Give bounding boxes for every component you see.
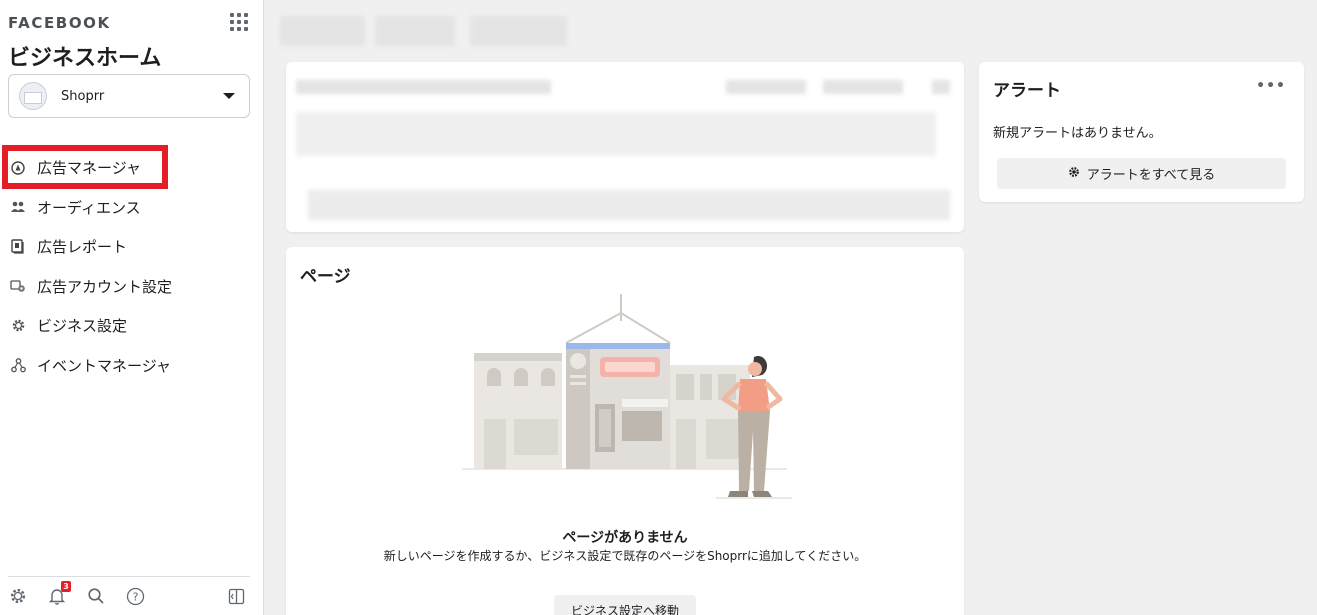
more-options-icon[interactable]: ••• [1256,78,1286,94]
sidebar-item-ads-manager[interactable]: 広告マネージャ [0,148,264,188]
sidebar-item-label: オーディエンス [37,198,141,217]
search-icon[interactable] [86,586,106,606]
sidebar-item-ad-reports[interactable]: 広告レポート [0,227,264,267]
account-name: Shoprr [61,88,105,104]
blurred-content [296,80,551,94]
audience-icon [10,199,26,215]
gear-icon [1068,166,1080,181]
sidebar: FACEBOOK ビジネスホーム Shoprr 広告マネージャ オーディエンス [0,0,264,615]
overview-card [286,62,964,232]
pages-title: ページ [300,267,351,287]
sidebar-item-ad-account-settings[interactable]: 広告アカウント設定 [0,267,264,307]
alerts-card: アラート ••• 新規アラートはありません。 アラートをすべて見る [979,62,1304,202]
empty-pages-description: 新しいページを作成するか、ビジネス設定で既存のページをShoprrに追加してくだ… [383,549,867,563]
ad-account-settings-icon [10,278,26,294]
blurred-content [823,80,903,94]
sidebar-item-business-settings[interactable]: ビジネス設定 [0,306,264,346]
pages-card: ページ ページがありません 新しいページを作成するか、ビジネス設定で既存のページ… [286,247,964,615]
see-all-alerts-label: アラートをすべて見る [1086,168,1216,183]
sidebar-item-events-manager[interactable]: イベントマネージャ [0,346,264,386]
no-alerts-text: 新規アラートはありません。 [993,126,1162,141]
sidebar-item-label: ビジネス設定 [37,317,128,336]
sidebar-bottom-bar: 3 ? [8,576,250,615]
bell-icon[interactable]: 3 [47,581,71,606]
notification-badge: 3 [61,581,71,592]
sidebar-nav: 広告マネージャ オーディエンス 広告レポート 広告アカウント設定 ビジネス設定 [0,148,264,385]
see-all-alerts-button[interactable]: アラートをすべて見る [997,158,1286,189]
help-icon[interactable]: ? [125,586,145,606]
sidebar-item-audience[interactable]: オーディエンス [0,188,264,228]
blurred-content [726,80,806,94]
page-title: ビジネスホーム [8,46,162,71]
sidebar-item-label: 広告マネージャ [37,159,141,178]
settings-gear-icon[interactable] [8,586,28,606]
sidebar-item-label: 広告レポート [37,238,128,257]
account-selector[interactable]: Shoprr [8,74,250,118]
blurred-content [308,190,950,220]
avatar [19,82,47,110]
blurred-content [932,80,950,94]
blurred-header-text [470,16,567,46]
chevron-down-icon [223,93,235,99]
blurred-content [296,112,936,156]
empty-pages-title: ページがありません [562,530,688,546]
report-icon [10,239,26,255]
ads-manager-icon [10,160,26,176]
alerts-title: アラート [993,81,1061,101]
apps-grid-icon[interactable] [230,13,248,31]
collapse-panel-icon[interactable] [226,586,246,606]
events-icon [10,357,26,373]
blurred-header-text [280,16,365,46]
sidebar-item-label: 広告アカウント設定 [37,277,173,296]
go-to-business-settings-button[interactable]: ビジネス設定へ移動 [554,595,696,615]
svg-text:?: ? [132,590,138,603]
sidebar-item-label: イベントマネージャ [37,356,171,375]
gear-icon [10,318,26,334]
blurred-header-text [375,16,455,46]
facebook-brand: FACEBOOK [8,14,111,32]
storefront-illustration [462,291,792,510]
